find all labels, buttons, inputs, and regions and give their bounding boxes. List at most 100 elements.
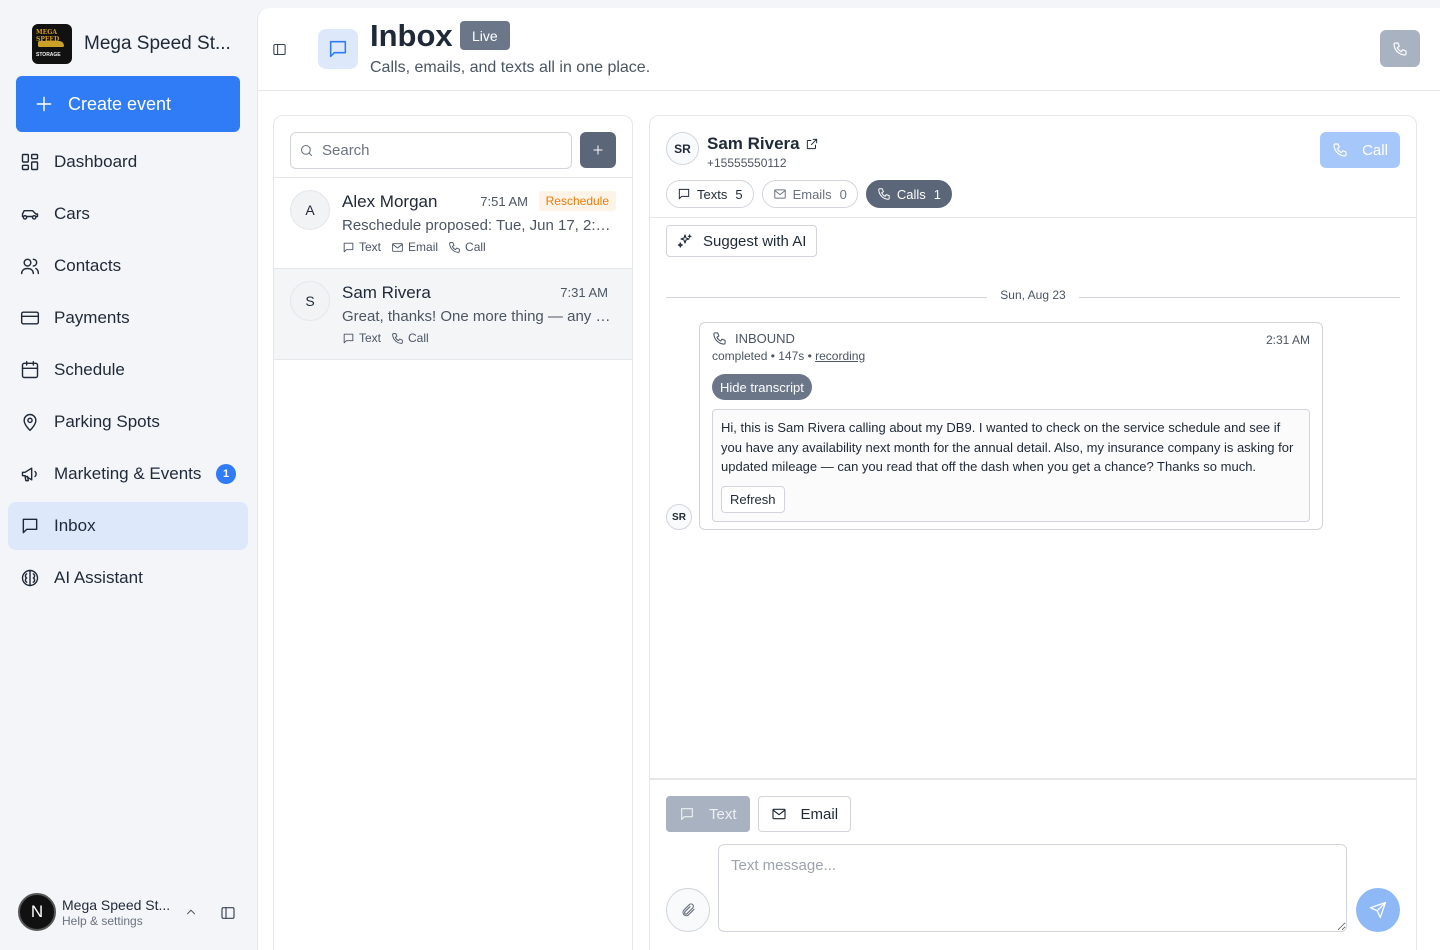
filter-label: Calls [896, 186, 926, 202]
contact-name-link[interactable]: Sam Rivera [707, 134, 819, 154]
sidebar-item-payments[interactable]: Payments [8, 294, 248, 342]
car-icon [21, 209, 39, 220]
conversation-list: A Alex Morgan 7:51 AM Reschedule Resched… [273, 115, 633, 950]
sidebar-item-cars[interactable]: Cars [8, 190, 248, 238]
message-square-icon [343, 242, 354, 252]
brand-name: Mega Speed St... [84, 33, 231, 54]
transcript-box: Hi, this is Sam Rivera calling about my … [712, 409, 1310, 522]
sidebar-item-schedule[interactable]: Schedule [8, 346, 248, 394]
user-subtitle: Help & settings [62, 913, 143, 928]
sidebar-item-contacts[interactable]: Contacts [8, 242, 248, 290]
contact-phone: +15555550112 [707, 156, 787, 170]
message-preview: Reschedule proposed: Tue, Jun 17, 2:00 .… [342, 217, 614, 234]
contact-avatar: S [290, 281, 330, 321]
message-composer: Text Email [650, 778, 1416, 950]
conversation-item[interactable]: A Alex Morgan 7:51 AM Reschedule Resched… [274, 178, 632, 269]
sidebar-item-label: Marketing & Events [54, 464, 202, 483]
external-link-icon [806, 138, 817, 150]
sidebar-item-parking-spots[interactable]: Parking Spots [8, 398, 248, 446]
status-badge: Reschedule [538, 191, 616, 211]
sidebar-item-label: Schedule [54, 360, 125, 379]
logo-text-bottom: STORAGE [36, 52, 61, 58]
logo-car-shape [38, 41, 64, 47]
sidebar-item-inbox[interactable]: Inbox [8, 502, 248, 550]
page-title: Inbox [370, 18, 453, 53]
user-name: Mega Speed St... [62, 896, 171, 913]
sidebar-item-marketing-events[interactable]: Marketing & Events 1 [8, 450, 248, 498]
chevron-up-icon[interactable] [184, 905, 198, 919]
panel-toggle-icon[interactable] [272, 42, 287, 57]
brand[interactable]: MEGA SPEED STORAGE Mega Speed St... [32, 24, 231, 64]
channel-call: Call [448, 240, 486, 254]
create-event-button[interactable]: Create event [16, 76, 240, 132]
call-time: 2:31 AM [1265, 333, 1310, 347]
refresh-button[interactable]: Refresh [721, 486, 785, 513]
user-text: Mega Speed St... Help & settings [62, 897, 170, 928]
channel-label: Text [359, 240, 382, 254]
composer-tabs: Text Email [666, 796, 852, 832]
message-square-icon [681, 808, 693, 820]
credit-card-icon [20, 311, 40, 325]
inbox-header-icon [318, 29, 358, 69]
channel-label: Call [465, 240, 486, 254]
tab-text[interactable]: Text [666, 796, 750, 832]
user-menu[interactable]: N Mega Speed St... Help & settings [18, 893, 235, 931]
search-input[interactable] [322, 142, 552, 159]
hide-transcript-button[interactable]: Hide transcript [712, 374, 812, 400]
recording-link[interactable]: recording [815, 349, 865, 363]
sidebar-item-ai-assistant[interactable]: AI Assistant [8, 554, 248, 602]
page-subtitle: Calls, emails, and texts all in one plac… [370, 59, 651, 76]
sidebar-item-label: Contacts [54, 256, 122, 275]
header-call-button[interactable] [1380, 30, 1420, 67]
message-square-icon [343, 333, 354, 343]
create-event-label: Create event [68, 93, 172, 114]
main-panel: Inbox Live Calls, emails, and texts all … [257, 8, 1440, 950]
transcript-text: Hi, this is Sam Rivera calling about my … [721, 420, 1294, 474]
filter-label: Emails [792, 186, 832, 202]
phone-icon [1333, 143, 1347, 157]
call-direction: INBOUND [712, 331, 795, 346]
sidebar-toggle-icon[interactable] [220, 905, 236, 921]
send-icon [1369, 901, 1387, 919]
filter-count: 1 [933, 186, 941, 202]
channel-label: Text [359, 331, 382, 345]
sidebar-item-dashboard[interactable]: Dashboard [8, 138, 248, 186]
sidebar-item-label: Payments [54, 308, 130, 327]
channel-list: Text Email Call [342, 240, 486, 254]
attach-button[interactable] [666, 888, 710, 932]
plus-icon [36, 96, 52, 112]
contact-name: Alex Morgan [342, 192, 438, 211]
filter-label: Texts [697, 186, 728, 202]
filter-texts[interactable]: Texts 5 [666, 180, 754, 208]
conversation-item[interactable]: S Sam Rivera 7:31 AM Great, thanks! One … [274, 269, 632, 360]
conversation-time: 7:31 AM [560, 285, 608, 300]
date-label: Sun, Aug 23 [987, 288, 1079, 302]
brand-logo: MEGA SPEED STORAGE [32, 24, 72, 64]
dashboard-icon [21, 153, 39, 171]
filter-emails[interactable]: Emails 0 [761, 180, 858, 208]
tab-label: Text [709, 805, 737, 823]
mail-icon [771, 808, 786, 820]
sender-avatar: SR [666, 504, 692, 530]
search-box [290, 132, 572, 169]
tab-label: Email [800, 805, 839, 823]
tab-email[interactable]: Email [757, 796, 852, 832]
call-button[interactable]: Call [1320, 132, 1400, 168]
call-log-card: INBOUND 2:31 AM completed • 147s • recor… [699, 322, 1323, 530]
new-conversation-button[interactable] [580, 132, 616, 168]
suggest-ai-button[interactable]: Suggest with AI [666, 225, 818, 257]
avatar: N [18, 893, 56, 931]
suggest-label: Suggest with AI [703, 232, 807, 250]
filter-calls[interactable]: Calls 1 [865, 180, 952, 208]
sidebar: MEGA SPEED STORAGE Mega Speed St... Crea… [0, 0, 256, 950]
contact-header: SR Sam Rivera +15555550112 Call Texts 5 … [650, 116, 1416, 218]
message-preview: Great, thanks! One more thing — any u... [342, 308, 614, 325]
send-button[interactable] [1356, 888, 1400, 932]
message-input[interactable] [718, 844, 1347, 932]
channel-call: Call [391, 331, 429, 345]
channel-filters: Texts 5 Emails 0 Calls 1 [666, 180, 952, 208]
sidebar-nav: Dashboard Cars Contacts Payments Schedul… [8, 138, 248, 606]
paperclip-icon [682, 903, 695, 917]
users-icon [20, 258, 40, 275]
contact-avatar: SR [666, 132, 699, 165]
